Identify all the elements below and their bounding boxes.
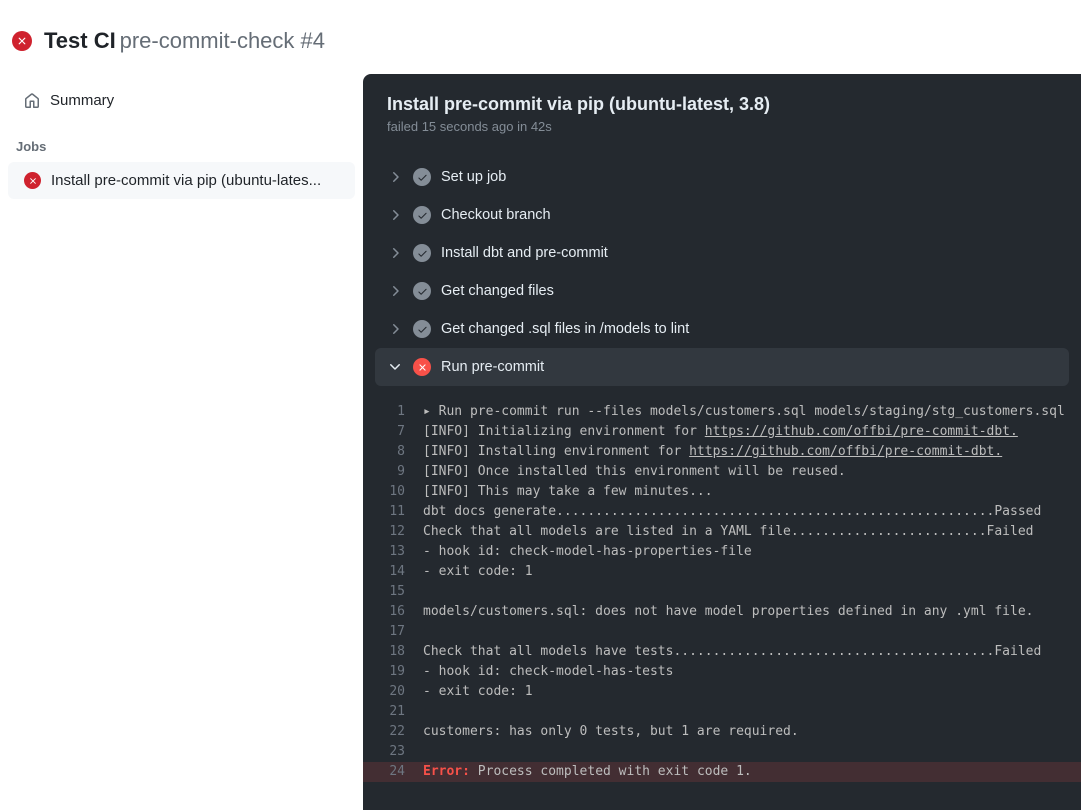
step-row[interactable]: Run pre-commit: [375, 348, 1069, 386]
log-line-number: 10: [375, 482, 423, 502]
check-icon: [413, 320, 431, 338]
chevron-right-icon: [387, 207, 403, 223]
log-line: 11dbt docs generate.....................…: [363, 502, 1081, 522]
failed-status-icon: [24, 172, 41, 189]
log-line: 8[INFO] Installing environment for https…: [363, 442, 1081, 462]
log-text: - exit code: 1: [423, 562, 533, 582]
log-line: 16models/customers.sql: does not have mo…: [363, 602, 1081, 622]
log-text: Check that all models are listed in a YA…: [423, 522, 1033, 542]
log-line: 12Check that all models are listed in a …: [363, 522, 1081, 542]
log-line-number: 24: [375, 762, 423, 782]
log-text: dbt docs generate.......................…: [423, 502, 1041, 522]
job-status-text: failed 15 seconds ago in 42s: [387, 119, 1057, 134]
log-line: 23: [363, 742, 1081, 762]
log-line: 18Check that all models have tests......…: [363, 642, 1081, 662]
log-line-number: 23: [375, 742, 423, 762]
check-icon: [413, 282, 431, 300]
log-line: 14- exit code: 1: [363, 562, 1081, 582]
steps-list: Set up job Checkout branch Install dbt and…: [363, 150, 1081, 394]
log-line: 20- exit code: 1: [363, 682, 1081, 702]
step-label: Set up job: [441, 169, 506, 185]
job-title: Install pre-commit via pip (ubuntu-lates…: [387, 94, 1057, 115]
home-icon: [24, 93, 40, 109]
log-text: Check that all models have tests........…: [423, 642, 1041, 662]
sidebar-jobs-header: Jobs: [0, 119, 363, 162]
log-line-number: 22: [375, 722, 423, 742]
step-label: Checkout branch: [441, 207, 551, 223]
log-line: 13- hook id: check-model-has-properties-…: [363, 542, 1081, 562]
failed-status-icon: [413, 358, 431, 376]
log-line-number: 8: [375, 442, 423, 462]
log-line: 17: [363, 622, 1081, 642]
log-line-number: 19: [375, 662, 423, 682]
log-text: ▸ Run pre-commit run --files models/cust…: [423, 402, 1065, 422]
step-label: Get changed files: [441, 283, 554, 299]
sidebar-summary-label: Summary: [50, 92, 114, 109]
log-line: 10[INFO] This may take a few minutes...: [363, 482, 1081, 502]
sidebar-summary[interactable]: Summary: [8, 82, 355, 119]
step-row[interactable]: Get changed .sql files in /models to lin…: [363, 310, 1081, 348]
log-line: 7[INFO] Initializing environment for htt…: [363, 422, 1081, 442]
workflow-header: Test CI pre-commit-check #4: [0, 0, 1081, 74]
log-output: 1▸ Run pre-commit run --files models/cus…: [363, 394, 1081, 802]
log-line-number: 20: [375, 682, 423, 702]
log-text: - hook id: check-model-has-tests: [423, 662, 673, 682]
log-line-number: 11: [375, 502, 423, 522]
log-line-number: 16: [375, 602, 423, 622]
log-line: 24Error: Process completed with exit cod…: [363, 762, 1081, 782]
log-text: Error: Process completed with exit code …: [423, 762, 752, 782]
log-line: 1▸ Run pre-commit run --files models/cus…: [363, 402, 1081, 422]
log-line-number: 17: [375, 622, 423, 642]
log-line-number: 7: [375, 422, 423, 442]
job-content: Install pre-commit via pip (ubuntu-lates…: [363, 74, 1081, 810]
sidebar: Summary Jobs Install pre-commit via pip …: [0, 74, 363, 810]
workflow-title-wrapper: Test CI pre-commit-check #4: [44, 28, 325, 54]
log-link[interactable]: https://github.com/offbi/pre-commit-dbt.: [689, 444, 1002, 459]
log-line-number: 13: [375, 542, 423, 562]
step-label: Get changed .sql files in /models to lin…: [441, 321, 689, 337]
log-text: [INFO] Once installed this environment w…: [423, 462, 846, 482]
chevron-right-icon: [387, 245, 403, 261]
step-label: Run pre-commit: [441, 359, 544, 375]
chevron-down-icon: [387, 359, 403, 375]
workflow-name: Test CI: [44, 28, 116, 53]
log-line: 19- hook id: check-model-has-tests: [363, 662, 1081, 682]
sidebar-job-label: Install pre-commit via pip (ubuntu-lates…: [51, 172, 321, 189]
check-icon: [413, 206, 431, 224]
log-text: - hook id: check-model-has-properties-fi…: [423, 542, 752, 562]
log-line: 9[INFO] Once installed this environment …: [363, 462, 1081, 482]
chevron-right-icon: [387, 169, 403, 185]
log-text: [INFO] This may take a few minutes...: [423, 482, 713, 502]
log-link[interactable]: https://github.com/offbi/pre-commit-dbt.: [705, 424, 1018, 439]
log-text: [INFO] Initializing environment for http…: [423, 422, 1018, 442]
step-row[interactable]: Get changed files: [363, 272, 1081, 310]
log-line-number: 9: [375, 462, 423, 482]
chevron-right-icon: [387, 283, 403, 299]
log-text: - exit code: 1: [423, 682, 533, 702]
log-text: customers: has only 0 tests, but 1 are r…: [423, 722, 799, 742]
run-name: pre-commit-check #4: [120, 28, 325, 53]
chevron-right-icon: [387, 321, 403, 337]
log-line-number: 1: [375, 402, 423, 422]
step-row[interactable]: Install dbt and pre-commit: [363, 234, 1081, 272]
log-text: [INFO] Installing environment for https:…: [423, 442, 1002, 462]
failed-status-icon: [12, 31, 32, 51]
log-line-number: 21: [375, 702, 423, 722]
log-line-number: 14: [375, 562, 423, 582]
log-line-number: 15: [375, 582, 423, 602]
step-row[interactable]: Checkout branch: [363, 196, 1081, 234]
log-line: 22customers: has only 0 tests, but 1 are…: [363, 722, 1081, 742]
log-text: models/customers.sql: does not have mode…: [423, 602, 1033, 622]
check-icon: [413, 168, 431, 186]
job-header: Install pre-commit via pip (ubuntu-lates…: [363, 74, 1081, 150]
log-line: 15: [363, 582, 1081, 602]
step-row[interactable]: Set up job: [363, 158, 1081, 196]
log-line: 21: [363, 702, 1081, 722]
step-label: Install dbt and pre-commit: [441, 245, 608, 261]
check-icon: [413, 244, 431, 262]
log-line-number: 18: [375, 642, 423, 662]
sidebar-job-item[interactable]: Install pre-commit via pip (ubuntu-lates…: [8, 162, 355, 199]
log-line-number: 12: [375, 522, 423, 542]
